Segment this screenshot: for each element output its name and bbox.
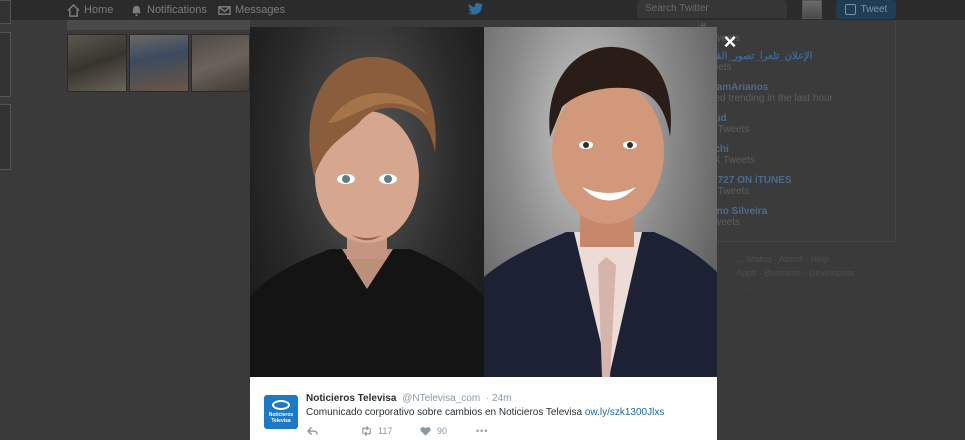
nav-notifications-label: Notifications [147, 4, 207, 16]
twitter-bird-icon[interactable] [468, 2, 484, 16]
nav-messages[interactable]: Messages [218, 2, 285, 18]
nav-notifications[interactable]: Notifications [130, 2, 207, 18]
media-viewer-modal: Noticieros Televisa Noticieros Televisa … [250, 27, 717, 440]
woman-portrait-graphic [250, 57, 484, 377]
left-panel-edge [0, 32, 11, 97]
media-thumbnail[interactable] [191, 34, 250, 92]
tweet-text: Comunicado corporativo sobre cambios en … [306, 407, 664, 418]
footer-links[interactable]: ... Status · About · Help · Apps · Busin… [736, 252, 856, 294]
compose-tweet-button[interactable]: Tweet [836, 0, 896, 19]
like-count: 90 [437, 426, 448, 436]
nav-home[interactable]: Home [67, 2, 113, 18]
bell-icon [132, 5, 141, 16]
trend-item[interactable]: #...jamArianos ...rted trending in the l… [700, 82, 833, 104]
user-avatar[interactable] [802, 0, 822, 19]
nav-home-label: Home [84, 4, 114, 16]
man-portrait-graphic [484, 46, 717, 377]
more-icon: ••• [476, 426, 489, 436]
compose-tweet-label: Tweet [860, 4, 888, 15]
top-navigation-bar: Home Notifications Messages Search Twitt… [0, 0, 965, 20]
retweet-icon [362, 426, 371, 436]
author-name[interactable]: Noticieros Televisa [306, 393, 396, 404]
tweet-photo[interactable] [250, 27, 717, 377]
photo-left-portrait [250, 27, 484, 377]
more-options-button[interactable]: ••• [476, 426, 488, 436]
author-avatar[interactable]: Noticieros Televisa [264, 395, 298, 429]
tweet-timestamp[interactable]: · 24m [486, 393, 512, 404]
author-handle[interactable]: @NTelevisa_com [402, 393, 480, 404]
trend-count: ...rted trending in the last hour [700, 93, 833, 104]
tweet-body: Comunicado corporativo sobre cambios en … [306, 407, 585, 418]
avatar-logo-text: Televisa [271, 418, 291, 424]
search-input[interactable]: Search Twitter [637, 0, 787, 18]
retweet-button[interactable]: 117 [361, 426, 392, 436]
close-icon[interactable]: × [721, 31, 739, 53]
nav-messages-label: Messages [235, 4, 286, 16]
reply-icon [307, 426, 318, 436]
retweet-count: 117 [378, 426, 393, 436]
envelope-icon [218, 5, 231, 15]
home-icon [67, 3, 80, 17]
like-button[interactable]: 90 [420, 426, 447, 436]
media-thumbnail[interactable] [67, 34, 127, 92]
tweet-header: Noticieros Televisa @NTelevisa_com · 24m [306, 393, 512, 404]
reply-button[interactable] [307, 426, 318, 436]
trend-name: #...jamArianos [700, 82, 769, 93]
tweet-details: Noticieros Televisa Noticieros Televisa … [250, 377, 717, 440]
compose-icon [844, 4, 856, 15]
heart-icon [420, 427, 431, 436]
left-panel-edge [0, 104, 11, 170]
televisa-logo-icon [272, 400, 290, 410]
left-panel-edge [0, 0, 11, 24]
media-strip [67, 20, 250, 30]
photo-right-portrait [484, 27, 717, 377]
tweet-link[interactable]: ow.ly/szk1300Jlxs [585, 407, 664, 418]
media-thumbnail[interactable] [129, 34, 189, 92]
